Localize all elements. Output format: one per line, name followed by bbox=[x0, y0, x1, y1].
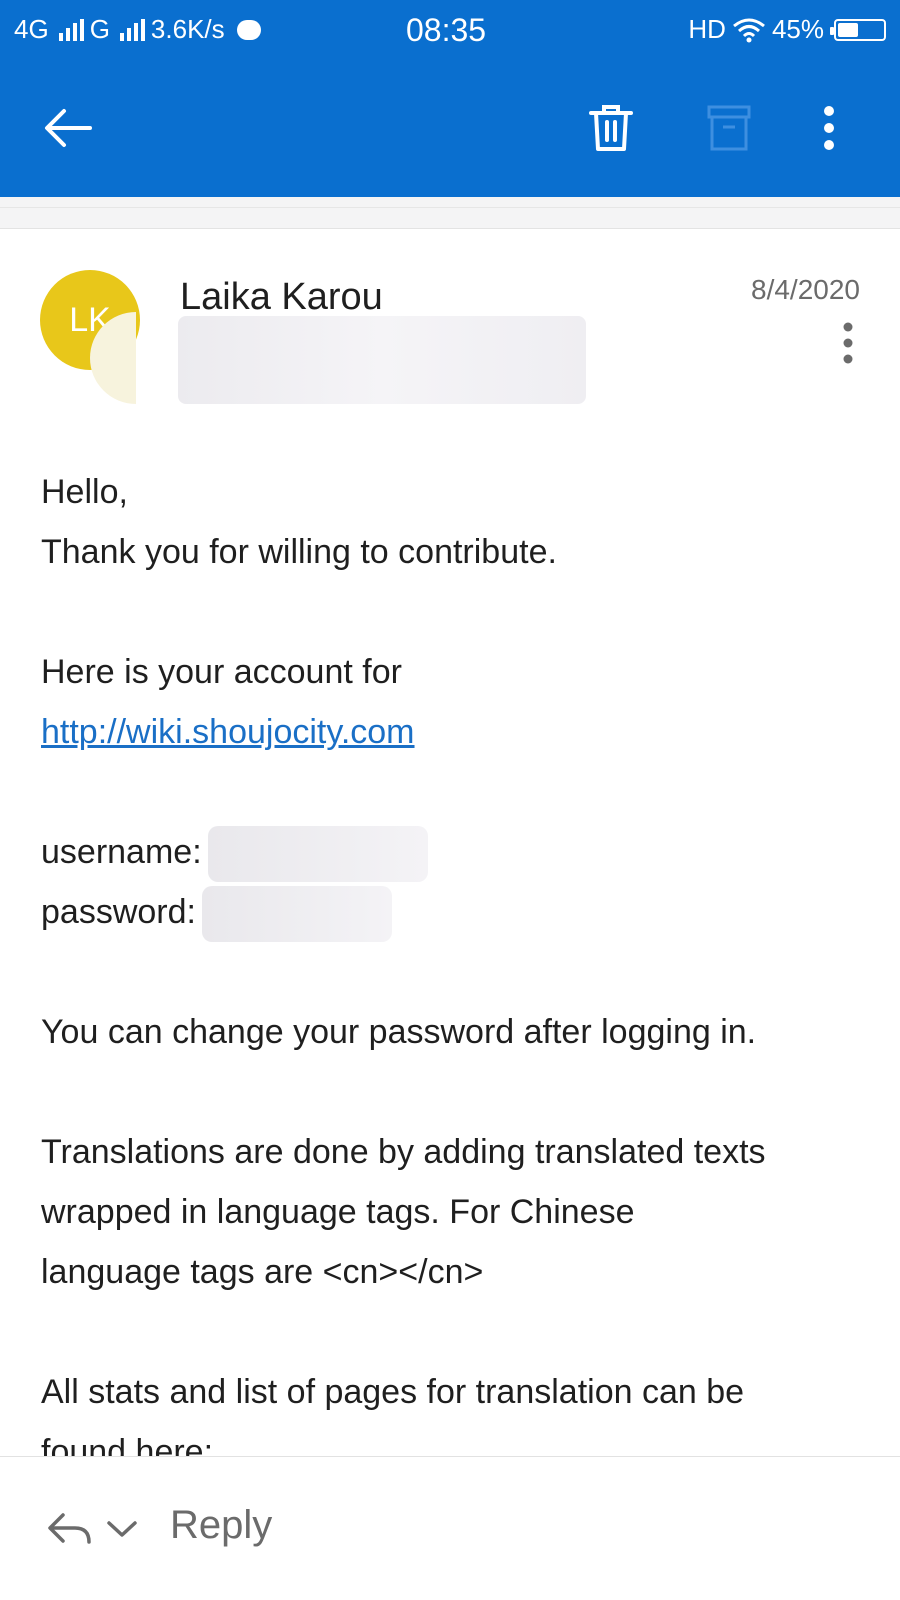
battery-percent: 45% bbox=[771, 14, 824, 44]
password-label: password: bbox=[41, 893, 196, 932]
reply-options-button[interactable] bbox=[104, 1511, 140, 1547]
email-body: Hello, Thank you for willing to contribu… bbox=[41, 462, 871, 1456]
body-stats-1: All stats and list of pages for translat… bbox=[41, 1373, 745, 1412]
chevron-down-icon bbox=[107, 1521, 137, 1537]
status-bar: 4G G 3.6K/s 08:35 HD 45% bbox=[0, 0, 900, 64]
reply-bar: Reply bbox=[0, 1456, 900, 1600]
wifi-icon bbox=[733, 18, 765, 42]
reply-button[interactable] bbox=[44, 1507, 94, 1551]
message-options-button[interactable] bbox=[836, 322, 860, 364]
network-g-label: G bbox=[89, 14, 110, 44]
archive-button[interactable] bbox=[704, 100, 754, 156]
more-vertical-icon bbox=[843, 322, 853, 364]
chat-notification-icon bbox=[236, 19, 261, 40]
delete-button[interactable] bbox=[586, 100, 636, 156]
arrow-left-icon bbox=[45, 109, 92, 147]
wiki-link[interactable]: http://wiki.shoujocity.com bbox=[41, 713, 415, 751]
network-speed: 3.6K/s bbox=[150, 14, 225, 44]
archive-icon bbox=[707, 105, 751, 151]
body-account-intro: Here is your account for bbox=[41, 653, 402, 691]
body-thanks: Thank you for willing to contribute. bbox=[41, 533, 557, 571]
back-button[interactable] bbox=[40, 100, 96, 156]
reply-label[interactable]: Reply bbox=[170, 1503, 272, 1548]
redacted-recipient bbox=[178, 316, 586, 404]
redacted-password bbox=[201, 886, 392, 943]
trash-icon bbox=[589, 105, 633, 151]
signal-icon bbox=[58, 18, 84, 41]
signal-icon-2 bbox=[119, 18, 145, 41]
body-translations-3: language tags are <cn></cn> bbox=[41, 1253, 484, 1292]
redacted-username bbox=[207, 826, 428, 883]
conversation-divider bbox=[0, 197, 900, 229]
body-change-password: You can change your password after loggi… bbox=[41, 1013, 757, 1052]
more-options-button[interactable] bbox=[814, 100, 844, 156]
status-time: 08:35 bbox=[406, 12, 487, 48]
password-row: password: bbox=[41, 882, 871, 943]
body-translations-2: wrapped in language tags. For Chinese bbox=[41, 1193, 635, 1232]
more-vertical-icon bbox=[824, 106, 834, 150]
hd-label: HD bbox=[688, 14, 726, 44]
sender-name[interactable]: Laika Karou bbox=[180, 276, 383, 319]
app-bar: 4G G 3.6K/s 08:35 HD 45% bbox=[0, 0, 900, 197]
email-date: 8/4/2020 bbox=[751, 274, 860, 305]
reply-arrow-icon bbox=[48, 1513, 91, 1544]
battery-fill bbox=[838, 22, 858, 37]
network-4g-label: 4G bbox=[14, 14, 49, 44]
battery-icon bbox=[830, 18, 886, 41]
body-stats-2: found here: bbox=[41, 1433, 214, 1456]
username-row: username: bbox=[41, 822, 871, 883]
status-left: 4G G 3.6K/s bbox=[14, 14, 267, 45]
status-right: HD 45% bbox=[688, 14, 886, 45]
body-translations-1: Translations are done by adding translat… bbox=[41, 1133, 766, 1172]
username-label: username: bbox=[41, 833, 202, 871]
body-greeting: Hello, bbox=[41, 473, 128, 511]
